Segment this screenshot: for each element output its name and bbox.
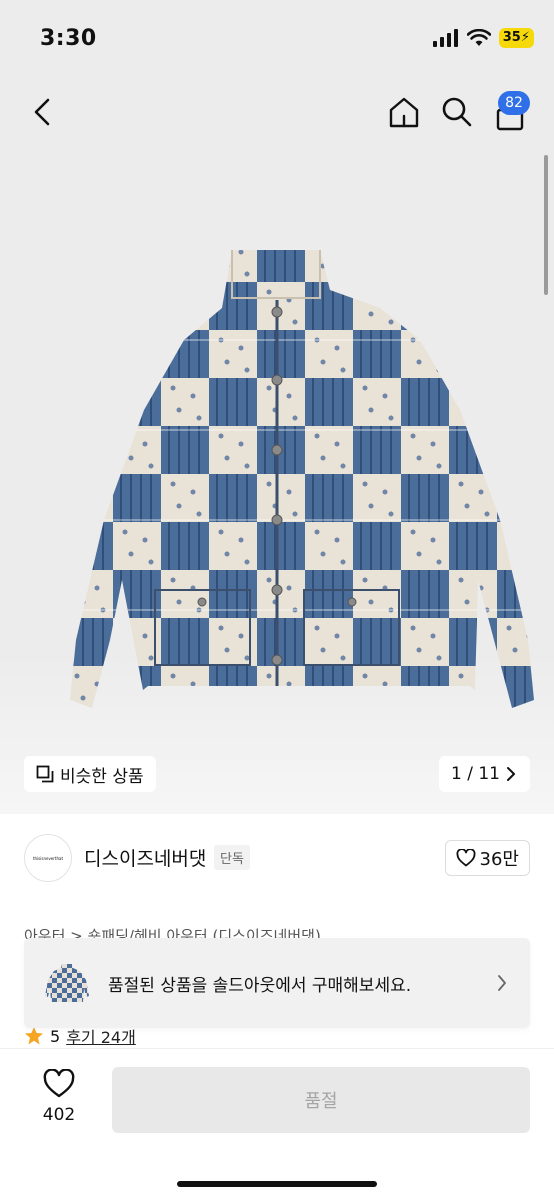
status-time: 3:30 <box>40 26 97 51</box>
wifi-icon <box>466 29 491 46</box>
image-page-indicator[interactable]: 1 / 11 <box>439 756 530 792</box>
banner-arrow <box>492 974 512 992</box>
banner-text: 품절된 상품을 솔드아웃에서 구매해보세요. <box>108 975 412 996</box>
wishlist-count: 402 <box>42 1105 76 1125</box>
rating-score: 5 <box>50 1026 61 1046</box>
bottom-action-bar: 402 품절 <box>0 1048 554 1200</box>
battery-indicator: 35⚡ <box>498 28 534 48</box>
cart-count-badge: 82 <box>498 91 530 115</box>
back-button[interactable] <box>22 90 62 134</box>
product-gallery[interactable]: 82 비슷한 상품 1 / 11 <box>0 80 554 814</box>
product-image <box>70 250 534 708</box>
heart-icon <box>43 1069 75 1098</box>
similar-products-label: 비슷한 상품 <box>60 766 144 787</box>
chevron-right-icon <box>498 975 506 991</box>
home-icon <box>389 97 419 128</box>
heart-icon <box>456 849 475 867</box>
similar-products-button[interactable]: 비슷한 상품 <box>24 756 156 792</box>
search-icon <box>442 97 472 127</box>
brand-name[interactable]: 디스이즈네버댓 <box>84 844 206 871</box>
exclusive-badge: 단독 <box>214 845 250 870</box>
soldout-purchase-button[interactable]: 품절 <box>112 1067 530 1133</box>
chevron-right-icon <box>507 767 515 781</box>
home-indicator <box>177 1181 377 1187</box>
brand-like-count: 36만 <box>479 849 519 870</box>
brand-row: thisisneverthat 디스이즈네버댓 단독 36만 <box>0 814 554 904</box>
home-button[interactable] <box>382 92 426 132</box>
signal-icon <box>432 29 458 47</box>
brand-logo-text: thisisneverthat <box>32 855 64 861</box>
status-bar: 3:30 35⚡ <box>0 0 554 80</box>
status-icons: 35⚡ <box>432 28 534 48</box>
search-button[interactable] <box>436 92 478 132</box>
banner-product-thumbnail <box>45 964 89 1002</box>
similar-icon <box>36 765 54 783</box>
brand-like-button[interactable]: 36만 <box>444 840 530 876</box>
scroll-indicator <box>544 155 548 295</box>
page-indicator-text: 1 / 11 <box>451 764 500 784</box>
soldout-banner[interactable]: 품절된 상품을 솔드아웃에서 구매해보세요. <box>24 938 530 1028</box>
back-icon <box>34 98 50 126</box>
star-icon <box>25 1027 43 1045</box>
wishlist-button[interactable]: 402 <box>24 1069 94 1125</box>
brand-logo[interactable]: thisisneverthat <box>24 834 72 882</box>
battery-level: 35 <box>502 30 521 45</box>
